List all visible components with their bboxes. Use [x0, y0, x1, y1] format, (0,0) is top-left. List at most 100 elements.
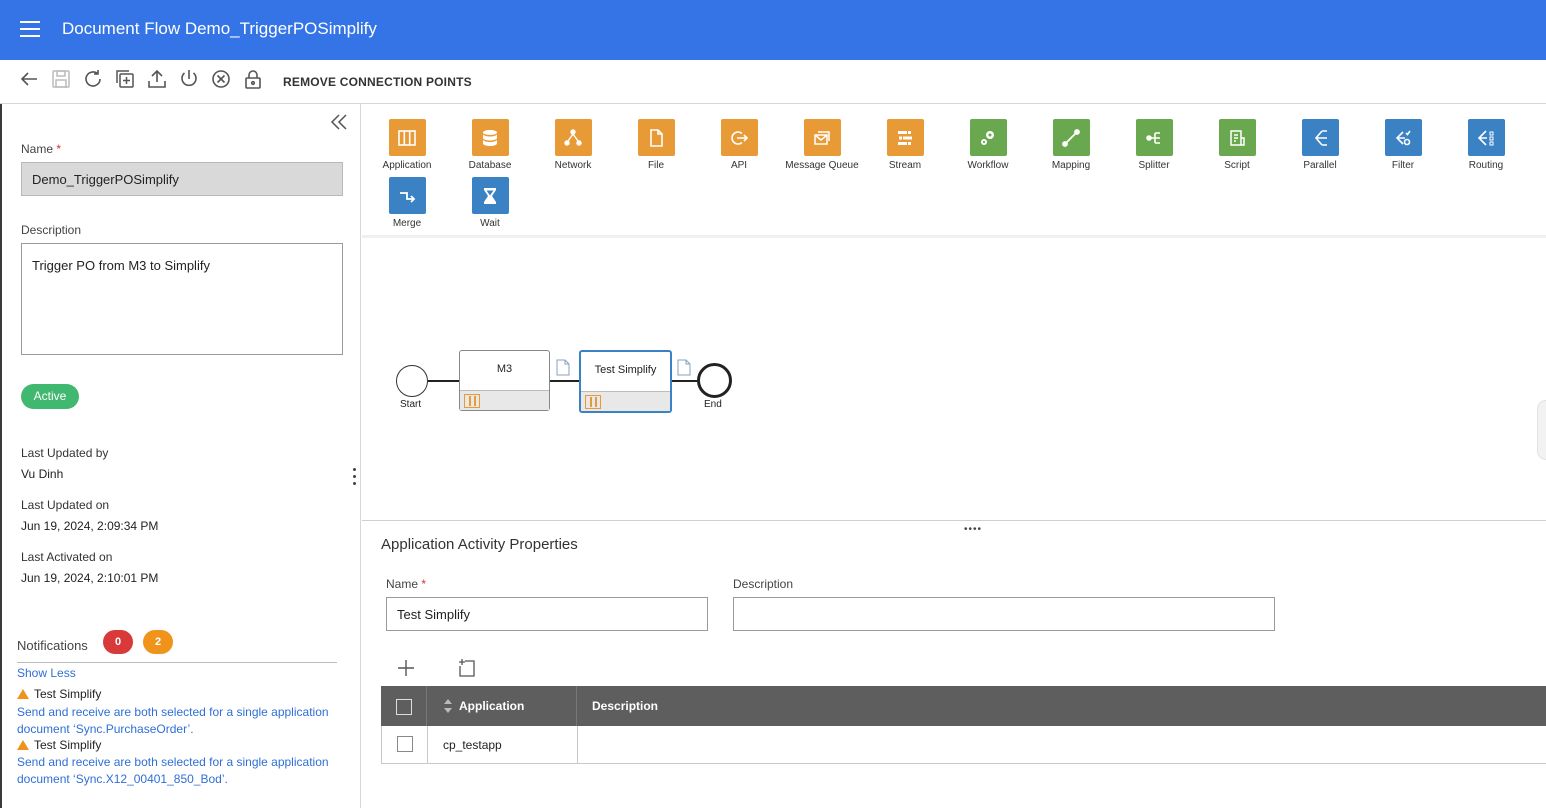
palette-item-mapping[interactable]: Mapping: [1031, 119, 1111, 171]
palette-item-network[interactable]: Network: [533, 119, 613, 171]
end-event[interactable]: [697, 363, 732, 398]
row-checkbox[interactable]: [397, 736, 413, 752]
menu-icon[interactable]: [20, 21, 40, 37]
export-icon[interactable]: [146, 68, 168, 90]
add-icon[interactable]: [396, 658, 416, 678]
palette-item-wait[interactable]: Wait: [450, 177, 530, 229]
lock-icon[interactable]: [242, 68, 264, 90]
palette-label: API: [730, 160, 748, 171]
show-less-link[interactable]: Show Less: [17, 666, 76, 680]
last-updated-by-value: Vu Dinh: [21, 467, 64, 481]
last-updated-on-value: Jun 19, 2024, 2:09:34 PM: [21, 519, 159, 533]
last-updated-by-label: Last Updated by: [21, 446, 109, 460]
description-field[interactable]: Trigger PO from M3 to Simplify: [21, 243, 343, 355]
node-name: Test Simplify: [594, 364, 657, 376]
workflow-icon: [969, 119, 1007, 156]
power-icon[interactable]: [178, 68, 200, 90]
database-icon: [471, 119, 509, 156]
palette-item-workflow[interactable]: Workflow: [948, 119, 1028, 171]
warning-count-badge[interactable]: 2: [143, 630, 173, 654]
end-label: End: [704, 399, 722, 410]
column-header-description[interactable]: Description: [592, 699, 658, 713]
parallel-icon: [1301, 119, 1339, 156]
sort-icon[interactable]: [443, 699, 453, 713]
palette-label: Message Queue: [785, 160, 859, 171]
remove-connection-points-button[interactable]: REMOVE CONNECTION POINTS: [283, 75, 472, 89]
flow-details-panel: Name * Description Trigger PO from M3 to…: [0, 104, 361, 808]
start-label: Start: [400, 399, 422, 410]
splitter-grip-icon[interactable]: ••••: [964, 524, 982, 535]
palette-item-parallel[interactable]: Parallel: [1280, 119, 1360, 171]
back-arrow-icon[interactable]: [18, 68, 40, 90]
palette-label: Script: [1224, 160, 1250, 171]
file-icon: [637, 119, 675, 156]
palette-item-file[interactable]: File: [616, 119, 696, 171]
save-icon[interactable]: [50, 68, 72, 90]
select-all-checkbox[interactable]: [396, 699, 412, 715]
filter-icon: [1384, 119, 1422, 156]
properties-title: Application Activity Properties: [381, 536, 578, 553]
palette-item-routing[interactable]: Routing: [1446, 119, 1526, 171]
palette-label: Splitter: [1138, 160, 1170, 171]
palette-label: Merge: [392, 218, 422, 229]
notification-message-link[interactable]: Send and receive are both selected for a…: [17, 754, 347, 788]
stream-icon: [886, 119, 924, 156]
connector-line: [550, 380, 579, 382]
flow-node-m3[interactable]: M3: [459, 350, 550, 411]
palette-item-stream[interactable]: Stream: [865, 119, 945, 171]
palette-label: File: [647, 160, 665, 171]
connector-line: [428, 380, 459, 382]
start-event[interactable]: [396, 365, 428, 397]
palette-label: Filter: [1391, 160, 1415, 171]
activity-palette: Application Database Network File API Me…: [362, 104, 1546, 238]
last-activated-on-value: Jun 19, 2024, 2:10:01 PM: [21, 571, 159, 585]
palette-label: Database: [468, 160, 512, 171]
application-icon: [464, 394, 480, 408]
activity-description-label: Description: [733, 577, 794, 591]
flow-canvas[interactable]: Start M3 Test Simplify End: [362, 240, 1546, 520]
palette-label: Application: [382, 160, 432, 171]
name-label: Name *: [21, 142, 62, 156]
mapping-icon: [1052, 119, 1090, 156]
add-document-icon[interactable]: [457, 658, 477, 678]
cancel-circle-icon[interactable]: [210, 68, 232, 90]
activity-name-label: Name *: [386, 577, 427, 591]
palette-item-application[interactable]: Application: [367, 119, 447, 171]
panel-resize-handle[interactable]: [353, 468, 357, 488]
palette-item-merge[interactable]: Merge: [367, 177, 447, 229]
side-drawer-handle[interactable]: [1537, 400, 1546, 460]
last-activated-on-label: Last Activated on: [21, 550, 113, 564]
activity-description-field[interactable]: [733, 597, 1275, 631]
warning-icon: [17, 689, 29, 699]
document-icon[interactable]: [677, 359, 691, 376]
palette-item-database[interactable]: Database: [450, 119, 530, 171]
palette-label: Routing: [1468, 160, 1504, 171]
notifications-label: Notifications: [17, 638, 88, 653]
page-title: Document Flow Demo_TriggerPOSimplify: [62, 19, 377, 38]
last-updated-on-label: Last Updated on: [21, 498, 110, 512]
column-header-application[interactable]: Application: [459, 699, 524, 713]
flow-node-test-simplify[interactable]: Test Simplify: [579, 350, 672, 413]
name-field: [21, 162, 343, 196]
palette-item-message-queue[interactable]: Message Queue: [782, 119, 862, 171]
palette-item-script[interactable]: Script: [1197, 119, 1277, 171]
palette-item-filter[interactable]: Filter: [1363, 119, 1443, 171]
palette-label: Parallel: [1303, 160, 1337, 171]
wait-icon: [471, 177, 509, 214]
notification-message-link[interactable]: Send and receive are both selected for a…: [17, 704, 347, 738]
activity-name-field[interactable]: [386, 597, 708, 631]
duplicate-icon[interactable]: [114, 68, 136, 90]
app-header: Document Flow Demo_TriggerPOSimplify: [0, 0, 1546, 60]
error-count-badge[interactable]: 0: [103, 630, 133, 654]
palette-item-splitter[interactable]: Splitter: [1114, 119, 1194, 171]
table-header: Application Description: [381, 686, 1546, 726]
notification-title: Test Simplify: [17, 738, 101, 752]
palette-label: Workflow: [967, 160, 1009, 171]
refresh-icon[interactable]: [82, 68, 104, 90]
palette-label: Stream: [888, 160, 922, 171]
document-icon[interactable]: [556, 359, 570, 376]
collapse-panel-icon[interactable]: [328, 112, 350, 132]
palette-item-api[interactable]: API: [699, 119, 779, 171]
table-row[interactable]: cp_testapp: [381, 726, 1546, 764]
horizontal-splitter[interactable]: [362, 520, 1546, 521]
